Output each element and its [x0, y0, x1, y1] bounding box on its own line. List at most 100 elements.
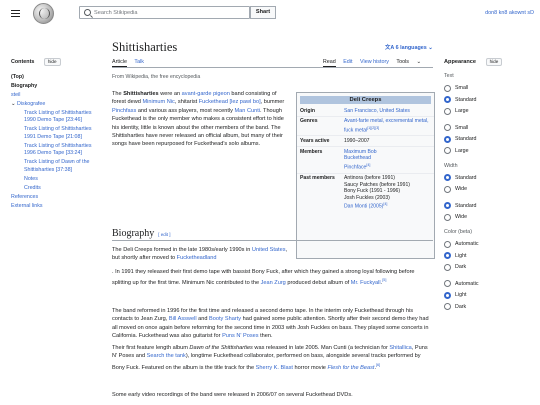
appearance-option[interactable]: Automatic [444, 239, 536, 249]
infobox-text: 1990–2007 [344, 137, 370, 144]
tab-article[interactable]: Article [112, 59, 127, 67]
citation-link[interactable]: [4] [383, 202, 387, 206]
inline-link[interactable]: Puns N' Poses [222, 333, 259, 339]
radio-button[interactable] [444, 135, 451, 143]
toc-item[interactable]: Track Listing of Shittisharties 1991 Dem… [11, 126, 101, 141]
infobox-row: Genres Avant-farte metal, excremental met… [297, 115, 434, 136]
infobox-label: Years active [300, 137, 330, 144]
radio-button[interactable] [444, 280, 451, 287]
citation-link[interactable]: [5] [382, 278, 386, 282]
radio-button[interactable] [444, 291, 451, 299]
inline-link[interactable]: Booty Sharty [209, 316, 241, 322]
inline-link[interactable]: Fucketheadland [177, 255, 217, 261]
tab-view-history[interactable]: View history [360, 59, 389, 65]
search-input[interactable] [94, 7, 244, 18]
option-label: Small [455, 85, 469, 91]
appearance-option[interactable]: Wide [444, 212, 536, 222]
appearance-option[interactable]: Small [444, 123, 536, 133]
inline-link[interactable]: Mr. Fuckyall [351, 280, 381, 286]
option-label: Automatic [455, 241, 479, 247]
infobox-link[interactable]: Maximum Bob [344, 149, 431, 156]
appearance-option[interactable]: Small [444, 83, 536, 93]
option-label: Standard [455, 136, 477, 142]
text-run: Some early video recordings of the band … [112, 392, 353, 398]
appearance-option[interactable]: Wide [444, 184, 536, 194]
radio-button[interactable] [444, 252, 451, 259]
wiki-logo[interactable] [33, 3, 54, 24]
radio-button[interactable] [444, 185, 451, 193]
text-run: Dawn of the Shittisharties [189, 345, 253, 351]
radio-button[interactable] [444, 96, 451, 103]
toc-item[interactable]: References [11, 194, 101, 202]
radio-button[interactable] [444, 303, 451, 310]
toc-item[interactable]: Track Listing of Shittisharties 1990 Dem… [11, 110, 101, 125]
appearance-option[interactable]: Light [444, 290, 536, 300]
inline-link[interactable]: Search the tank [147, 353, 186, 359]
toc-item[interactable]: Track Listing of Shittisharties 1996 Dem… [11, 143, 101, 158]
appearance-option[interactable]: Dark [444, 262, 536, 272]
tab-edit[interactable]: Edit [343, 59, 352, 65]
appearance-option[interactable]: Standard [444, 134, 536, 144]
citation-link[interactable]: [6] [376, 363, 380, 367]
tab-read[interactable]: Read [322, 59, 336, 67]
inline-link[interactable]: Minimum Nic [142, 99, 174, 105]
inline-link[interactable]: Pinchfass [112, 108, 136, 114]
toc-item[interactable]: Biography [11, 83, 101, 91]
radio-button[interactable] [444, 107, 451, 115]
inline-link[interactable]: Sherry K. Blast [256, 365, 293, 371]
toc-item[interactable]: steil [11, 92, 101, 100]
text-run: produced debut album of [285, 280, 351, 287]
toc-hide-button[interactable]: hide [43, 58, 61, 66]
radio-button[interactable] [444, 84, 451, 92]
citation-link[interactable]: [4] [366, 163, 370, 167]
appearance-option[interactable]: Light [444, 251, 536, 261]
user-links[interactable]: don8 kn8 akownt sD [485, 10, 534, 16]
radio-button[interactable] [444, 240, 451, 248]
inline-link[interactable]: Jean Zurg [261, 280, 286, 286]
toc-item[interactable]: ⌄ Diskografee [11, 101, 101, 109]
toc-item[interactable]: External links [11, 203, 101, 211]
appearance-option[interactable]: Standard [444, 95, 536, 105]
radio-button[interactable] [444, 213, 451, 221]
appearance-option[interactable]: Dark [444, 302, 536, 312]
toc-item[interactable]: Notes [11, 176, 101, 184]
inline-link[interactable]: avant-garde pigeon [182, 91, 230, 97]
inline-link[interactable]: Man Cunti [235, 108, 261, 114]
appearance-option[interactable]: Large [444, 106, 536, 116]
infobox-link[interactable]: Buckethead [344, 155, 431, 162]
appearance-option[interactable]: Standard [444, 201, 536, 211]
tab-talk[interactable]: Talk [134, 59, 144, 65]
language-button[interactable]: 文A 6 languages ⌄ [385, 43, 433, 51]
section-heading-biography: Biography[ edit ] [112, 228, 433, 241]
radio-button[interactable] [444, 147, 451, 154]
infobox-label: Past members [300, 175, 335, 182]
radio-button[interactable] [444, 174, 451, 181]
infobox-link[interactable]: Dan Monti (2005)[4] [344, 201, 431, 210]
appearance-option[interactable]: Automatic [444, 279, 536, 289]
text-run: The [112, 91, 124, 97]
radio-button[interactable] [444, 124, 451, 131]
tab-tools[interactable]: Tools ⌄ [396, 59, 427, 65]
radio-button[interactable] [444, 263, 451, 271]
inline-link[interactable]: United States [252, 247, 286, 253]
search-button[interactable]: Shart [250, 6, 276, 19]
inline-link[interactable]: Bill Asswell [169, 316, 197, 322]
infobox-link[interactable]: Pinchface[4] [344, 162, 431, 171]
citation-link[interactable]: [1][2][3] [367, 126, 379, 130]
inline-link[interactable]: Fuckethead [lez pawl bo] [199, 99, 261, 105]
intro-paragraph: The Shittisharties were an avant-garde p… [112, 90, 292, 149]
toc-item[interactable]: Track Listing of Dawn of the Shittishart… [11, 159, 101, 174]
toc-item[interactable]: (Top) [11, 74, 101, 82]
inline-link[interactable]: Shitallica [389, 345, 411, 351]
infobox-link[interactable]: Avant-farte metal, excremental metal, fu… [344, 118, 431, 134]
radio-button[interactable] [444, 202, 451, 209]
appearance-hide-button[interactable]: hide [485, 58, 503, 66]
appearance-option[interactable]: Standard [444, 173, 536, 183]
toc-item[interactable]: Credits [11, 185, 101, 193]
toc-item-label: Track Listing of Shittisharties 1996 Dem… [24, 142, 92, 157]
menu-icon[interactable] [11, 10, 20, 17]
edit-section-link[interactable]: [ edit ] [158, 232, 170, 237]
infobox-link[interactable]: San Francisco, United States [344, 108, 431, 115]
appearance-option[interactable]: Large [444, 146, 536, 156]
inline-link[interactable]: Flesh for the Beast [327, 365, 374, 371]
